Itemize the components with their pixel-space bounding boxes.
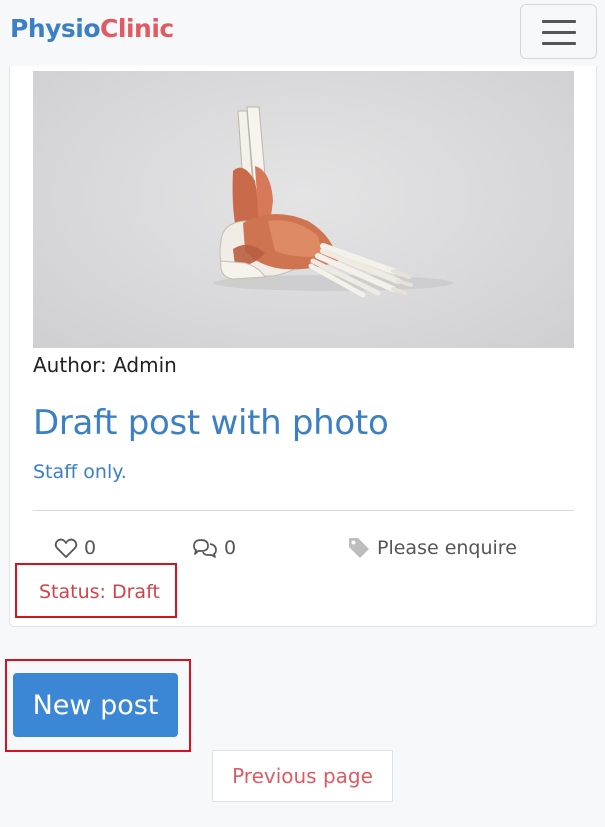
brand-part-clinic: Clinic [100,14,174,43]
previous-page-button[interactable]: Previous page [212,750,393,802]
price-label: Please enquire [347,535,517,561]
brand-part-physio: Physio [10,14,101,43]
post-excerpt: Staff only. [33,461,127,483]
post-author: Author: Admin [33,353,177,377]
card-divider [33,510,574,511]
post-card: Author: Admin Draft post with photo Staf… [9,40,597,627]
likes-count: 0 [84,537,97,559]
comments-count: 0 [224,537,237,559]
navbar-toggler-button[interactable] [520,4,597,59]
tag-icon [349,538,369,558]
post-image[interactable] [33,71,574,348]
price-text: Please enquire [377,537,517,559]
foot-skeleton-illustration [213,106,453,298]
heart-icon [54,538,78,558]
status-highlight: Status: Draft [15,563,177,618]
likes-counter[interactable]: 0 [54,535,96,561]
post-status: Status: Draft [39,581,160,603]
navbar: PhysioClinic [0,0,605,66]
comments-icon [193,539,217,558]
post-title-link[interactable]: Draft post with photo [33,403,389,443]
comments-counter[interactable]: 0 [192,535,236,561]
brand-logo[interactable]: PhysioClinic [10,14,174,43]
new-post-button[interactable]: New post [13,673,178,737]
